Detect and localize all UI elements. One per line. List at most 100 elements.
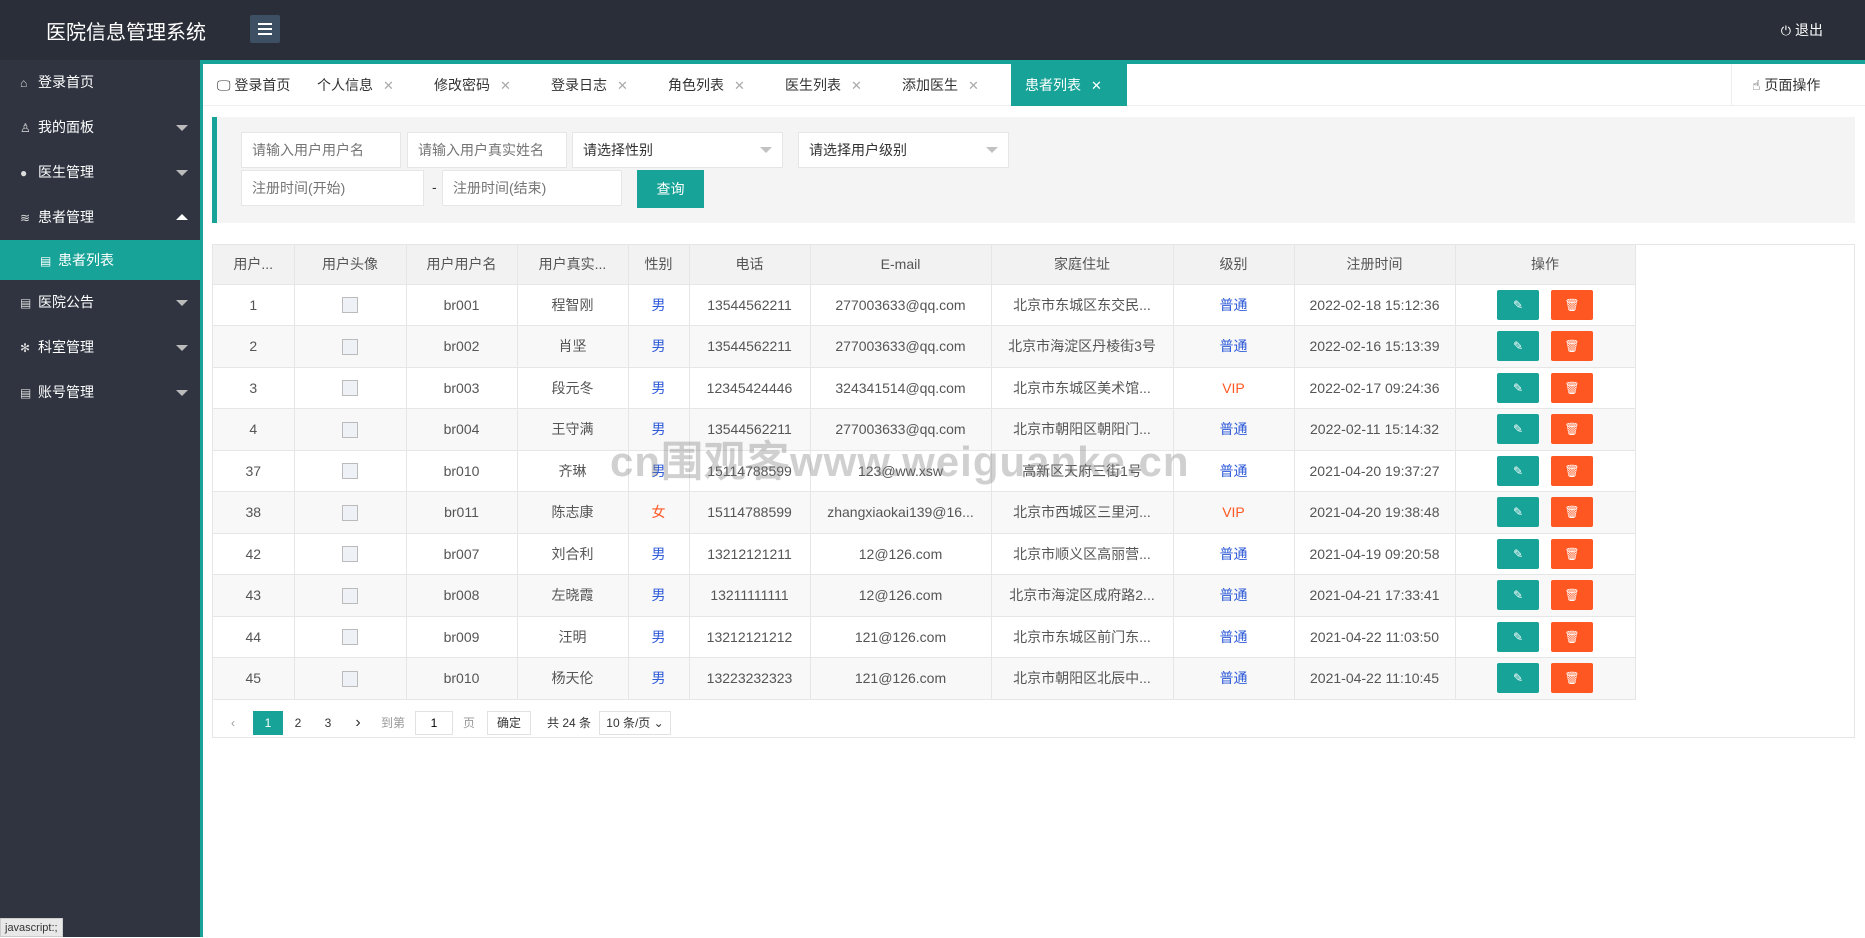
username-input[interactable] <box>241 132 401 168</box>
tab-patient-list[interactable]: 患者列表 ✕ <box>1011 64 1127 106</box>
sidebar-item-label: 登录首页 <box>38 74 94 90</box>
cell-avatar <box>294 574 407 617</box>
sidebar-item-accounts[interactable]: ▤ 账号管理 <box>0 370 200 415</box>
sidebar-item-doctors[interactable]: ● 医生管理 <box>0 150 200 195</box>
sidebar-item-announcements[interactable]: ▤ 医院公告 <box>0 280 200 325</box>
delete-button[interactable]: 🗑 <box>1551 414 1593 445</box>
chevron-down-icon: ⌄ <box>653 716 664 730</box>
cell-id: 4 <box>213 408 295 451</box>
delete-button[interactable]: 🗑 <box>1551 331 1593 362</box>
delete-button[interactable]: 🗑 <box>1551 455 1593 486</box>
cell-address: 北京市西城区三里河... <box>991 491 1174 534</box>
col-header-email[interactable]: E-mail <box>810 245 992 285</box>
cell-level: VIP <box>1173 367 1295 409</box>
snowflake-icon: ✻ <box>20 341 31 355</box>
edit-button[interactable]: ✎ <box>1497 331 1539 362</box>
cell-avatar <box>294 325 407 368</box>
edit-button[interactable]: ✎ <box>1497 580 1539 611</box>
page-button-2[interactable]: 2 <box>283 711 313 735</box>
page-operations-button[interactable]: ☝ 页面操作 <box>1731 64 1865 106</box>
col-header-gender[interactable]: 性别 <box>628 245 690 285</box>
col-header-address[interactable]: 家庭住址 <box>991 245 1174 285</box>
gender-select[interactable]: 请选择性别 <box>572 132 783 168</box>
cell-time: 2021-04-19 09:20:58 <box>1294 533 1456 575</box>
menu-toggle-button[interactable] <box>250 15 280 43</box>
cell-actions: ✎ 🗑 <box>1455 657 1636 700</box>
edit-button[interactable]: ✎ <box>1497 663 1539 694</box>
sidebar-item-home[interactable]: ⌂ 登录首页 <box>0 60 200 105</box>
delete-button[interactable]: 🗑 <box>1551 621 1593 652</box>
close-icon[interactable]: ✕ <box>617 78 628 93</box>
close-icon[interactable]: ✕ <box>968 78 979 93</box>
start-date-input[interactable] <box>241 170 424 206</box>
tab-home[interactable]: 🖵 登录首页 <box>203 64 303 106</box>
prev-page-icon[interactable]: ‹ <box>223 711 243 735</box>
watermark: cn围观客www.weiguanke.cn <box>610 438 1190 485</box>
page-button-1[interactable]: 1 <box>253 711 283 735</box>
cell-gender: 男 <box>628 616 690 658</box>
sidebar-item-patients[interactable]: ≋ 患者管理 <box>0 195 200 240</box>
col-header-phone[interactable]: 电话 <box>689 245 811 285</box>
tab-profile[interactable]: 个人信息 ✕ <box>303 64 420 106</box>
col-header-time[interactable]: 注册时间 <box>1294 245 1456 285</box>
sidebar-item-departments[interactable]: ✻ 科室管理 <box>0 325 200 370</box>
edit-button[interactable]: ✎ <box>1497 538 1539 569</box>
close-icon[interactable]: ✕ <box>500 78 511 93</box>
col-header-realname[interactable]: 用户真实... <box>517 245 629 285</box>
delete-button[interactable]: 🗑 <box>1551 663 1593 694</box>
col-header-username[interactable]: 用户用户名 <box>406 245 518 285</box>
edit-button[interactable]: ✎ <box>1497 621 1539 652</box>
level-select[interactable]: 请选择用户级别 <box>798 132 1009 168</box>
cell-email: 277003633@qq.com <box>810 325 992 368</box>
close-icon[interactable]: ✕ <box>383 78 394 93</box>
realname-input[interactable] <box>407 132 567 168</box>
goto-confirm-button[interactable]: 确定 <box>487 711 531 735</box>
col-header-actions[interactable]: 操作 <box>1455 245 1636 285</box>
end-date-input[interactable] <box>442 170 622 206</box>
gender-select-value: 请选择性别 <box>583 142 653 158</box>
next-page-icon[interactable]: › <box>343 711 373 735</box>
cell-email: 121@126.com <box>810 657 992 700</box>
sidebar-item-my-panel[interactable]: ♙ 我的面板 <box>0 105 200 150</box>
tab-change-password[interactable]: 修改密码 ✕ <box>420 64 537 106</box>
logout-button[interactable]: ⏻ 退出 <box>1781 20 1823 40</box>
search-panel: 请选择性别 请选择用户级别 - 查询 <box>212 117 1855 223</box>
sidebar: ⌂ 登录首页 ♙ 我的面板 ● 医生管理 ≋ 患者管理 ▤ 患者列表 ▤ 医院公告 ✻ 科室管… <box>0 60 200 937</box>
col-header-level[interactable]: 级别 <box>1173 245 1295 285</box>
delete-button[interactable]: 🗑 <box>1551 580 1593 611</box>
sidebar-subitem-patient-list[interactable]: ▤ 患者列表 <box>0 240 200 280</box>
tab-login-log[interactable]: 登录日志 ✕ <box>537 64 654 106</box>
close-icon[interactable]: ✕ <box>1091 78 1102 93</box>
cell-id: 37 <box>213 450 295 492</box>
broken-image-icon <box>342 504 358 521</box>
goto-page-input[interactable] <box>415 711 453 735</box>
delete-button[interactable]: 🗑 <box>1551 372 1593 403</box>
delete-button[interactable]: 🗑 <box>1551 497 1593 528</box>
tab-doctor-list[interactable]: 医生列表 ✕ <box>771 64 888 106</box>
edit-button[interactable]: ✎ <box>1497 497 1539 528</box>
broken-image-icon <box>342 670 358 687</box>
col-header-id[interactable]: 用户... <box>213 245 295 285</box>
edit-button[interactable]: ✎ <box>1497 289 1539 320</box>
trash-icon: 🗑 <box>1564 629 1580 644</box>
page-ops-label: 页面操作 <box>1764 77 1821 93</box>
cell-phone: 13223232323 <box>689 657 811 700</box>
edit-button[interactable]: ✎ <box>1497 372 1539 403</box>
col-header-avatar[interactable]: 用户头像 <box>294 245 407 285</box>
delete-button[interactable]: 🗑 <box>1551 538 1593 569</box>
tab-add-doctor[interactable]: 添加医生 ✕ <box>888 64 1005 106</box>
cell-actions: ✎ 🗑 <box>1455 616 1636 658</box>
page-button-3[interactable]: 3 <box>313 711 343 735</box>
edit-button[interactable]: ✎ <box>1497 455 1539 486</box>
list-icon: ▤ <box>40 254 52 268</box>
cell-avatar <box>294 657 407 700</box>
tab-role-list[interactable]: 角色列表 ✕ <box>654 64 771 106</box>
pencil-icon: ✎ <box>1512 339 1524 354</box>
query-button[interactable]: 查询 <box>637 170 704 208</box>
delete-button[interactable]: 🗑 <box>1551 289 1593 320</box>
page-size-select[interactable]: 10 条/页 ⌄ <box>599 711 671 735</box>
close-icon[interactable]: ✕ <box>851 78 862 93</box>
close-icon[interactable]: ✕ <box>734 78 745 93</box>
chevron-up-icon <box>176 214 188 220</box>
edit-button[interactable]: ✎ <box>1497 414 1539 445</box>
